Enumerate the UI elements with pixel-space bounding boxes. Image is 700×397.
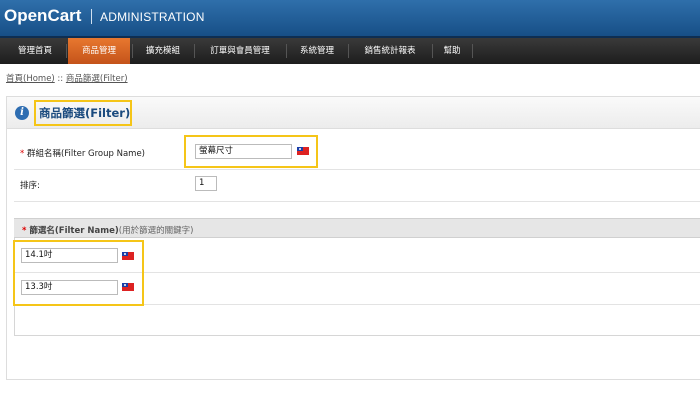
filter-name-heading: 篩選名(Filter Name) (29, 226, 119, 236)
filter-values-header-text: * 篩選名(Filter Name)(用於篩選的關鍵字) (22, 224, 193, 236)
menu-divider (348, 44, 349, 58)
group-name-highlight (184, 135, 318, 168)
app-header: OpenCart ADMINISTRATION (0, 0, 700, 36)
menu-item-catalog[interactable]: 商品管理 (68, 38, 130, 64)
filter-values-header: * 篩選名(Filter Name)(用於篩選的關鍵字) (14, 218, 700, 238)
logo-separator (91, 9, 92, 24)
required-marker: * (20, 149, 27, 159)
menu-item-reports[interactable]: 銷售統計報表 (350, 38, 430, 64)
group-name-label-text: 群組名稱(Filter Group Name) (26, 149, 145, 159)
menu-divider (132, 44, 133, 58)
info-icon: i (15, 106, 29, 120)
breadcrumb-current[interactable]: 商品篩選(Filter) (66, 74, 128, 84)
opencart-logo[interactable]: OpenCart (4, 6, 81, 26)
sort-order-input[interactable]: 1 (195, 176, 217, 191)
admin-subtitle: ADMINISTRATION (100, 10, 205, 24)
breadcrumb-separator: :: (54, 74, 66, 84)
title-highlight (34, 100, 132, 126)
menu-item-system[interactable]: 系統管理 (288, 38, 346, 64)
group-name-label: * 群組名稱(Filter Group Name) (20, 147, 145, 159)
menu-item-extensions[interactable]: 擴充模組 (134, 38, 192, 64)
row-divider (14, 201, 700, 202)
menu-item-help[interactable]: 幫助 (434, 38, 470, 64)
sort-order-label: 排序: (20, 181, 40, 191)
breadcrumb-home[interactable]: 首頁(Home) (6, 74, 55, 84)
row-divider (14, 169, 700, 170)
filter-name-hint: (用於篩選的關鍵字) (118, 226, 194, 236)
menu-divider (286, 44, 287, 58)
menu-item-dashboard[interactable]: 管理首頁 (6, 38, 64, 64)
menu-item-sales[interactable]: 訂單與會員管理 (196, 38, 284, 64)
filter-values-highlight (13, 240, 144, 306)
menu-divider (432, 44, 433, 58)
breadcrumb: 首頁(Home) :: 商品篩選(Filter) (6, 72, 128, 84)
menu-divider (472, 44, 473, 58)
menu-divider (194, 44, 195, 58)
main-menu: 管理首頁 商品管理 擴充模組 訂單與會員管理 系統管理 銷售統計報表 幫助 (0, 36, 700, 64)
menu-divider (66, 44, 67, 58)
